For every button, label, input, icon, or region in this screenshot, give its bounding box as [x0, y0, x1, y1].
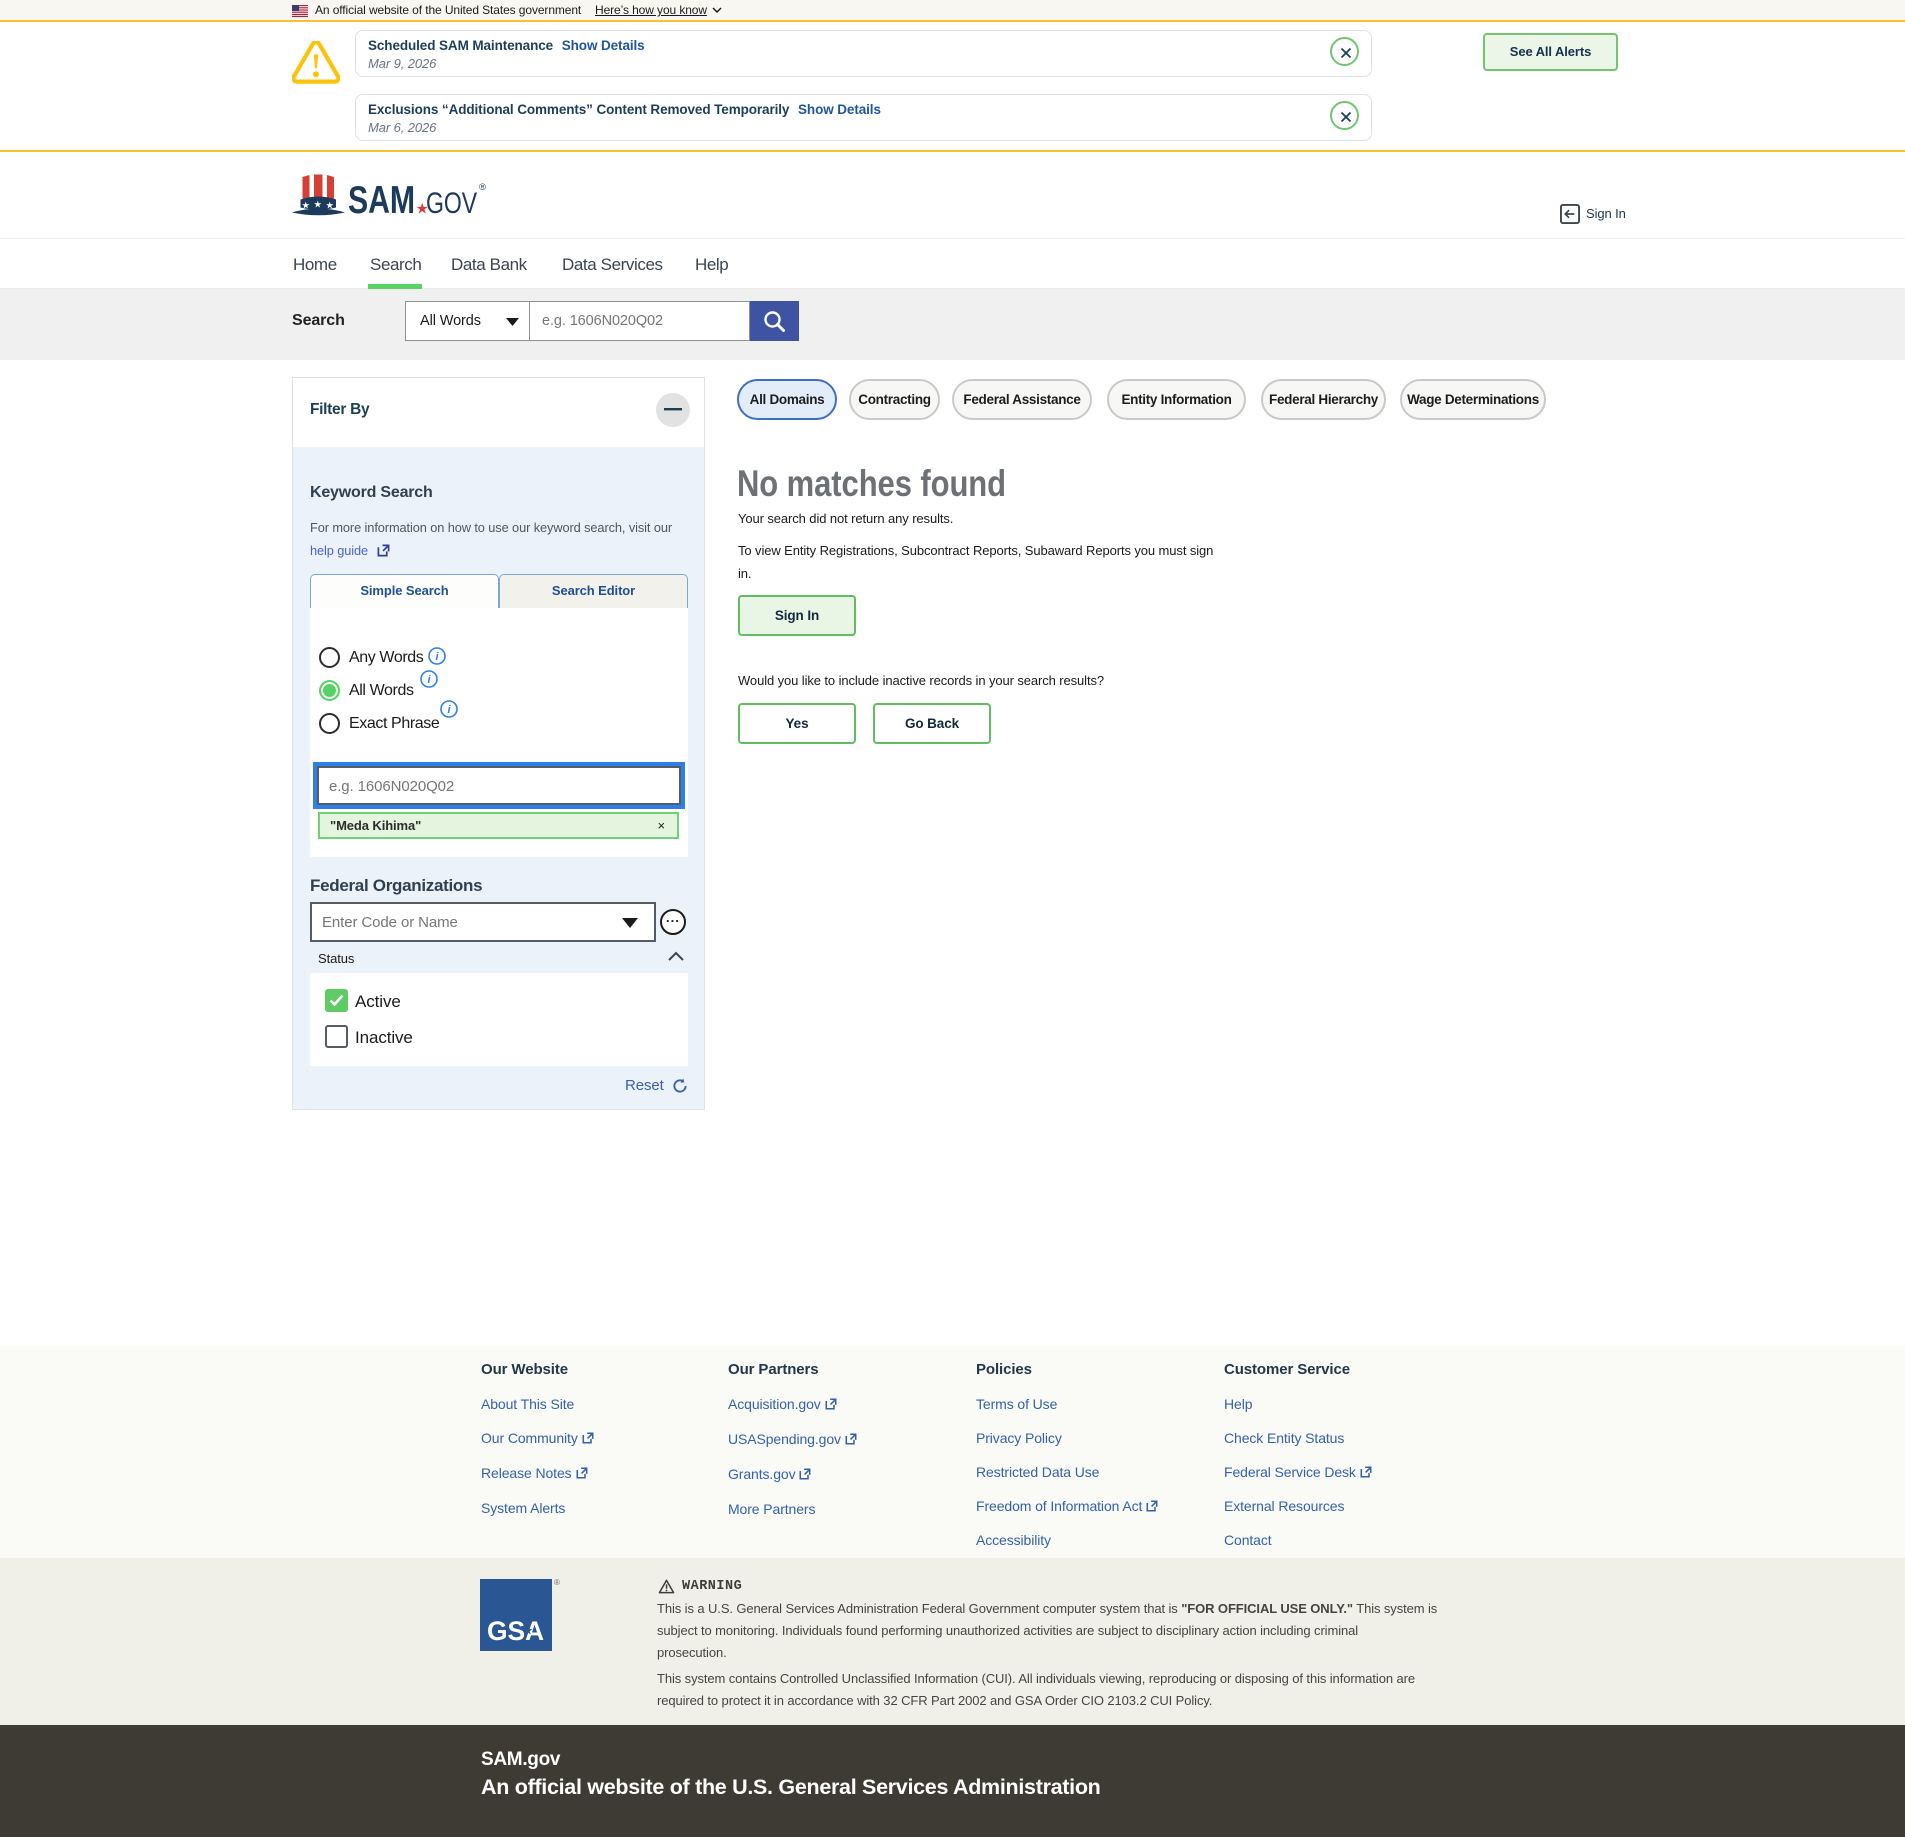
- svg-text:®: ®: [554, 1578, 560, 1587]
- svg-text:i: i: [436, 651, 440, 663]
- svg-text:SAM: SAM: [348, 179, 415, 218]
- svg-text:GOV: GOV: [426, 187, 477, 218]
- svg-text:No matches found: No matches found: [737, 463, 1006, 504]
- svg-text:★: ★: [523, 1624, 534, 1638]
- svg-text:i: i: [448, 704, 452, 716]
- svg-text:®: ®: [479, 182, 486, 193]
- svg-text:GSA: GSA: [487, 1616, 544, 1646]
- svg-text:i: i: [428, 674, 432, 686]
